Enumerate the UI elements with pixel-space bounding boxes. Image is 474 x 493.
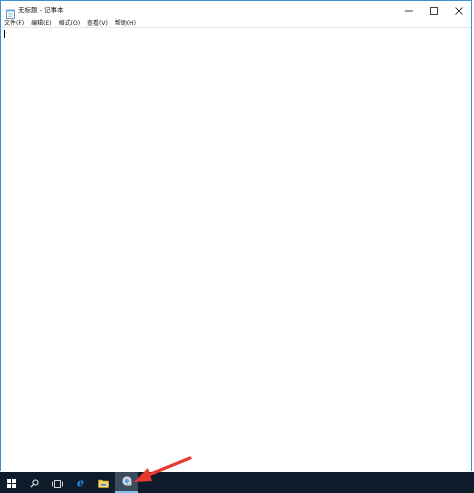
task-view-button[interactable] [46, 472, 69, 493]
close-button[interactable] [446, 1, 471, 17]
menu-edit[interactable]: 编辑(E) [31, 18, 51, 27]
taskbar: e [0, 472, 474, 493]
edge-browser-icon: e [75, 473, 86, 492]
search-button[interactable] [23, 472, 46, 493]
edge-taskbar-button[interactable]: e [69, 472, 92, 493]
title-bar[interactable]: 无标题 - 记事本 [1, 1, 471, 19]
text-editor-area[interactable] [1, 27, 471, 471]
menu-help[interactable]: 帮助(H) [115, 18, 136, 27]
text-caret [4, 30, 5, 38]
task-view-icon [52, 473, 63, 492]
maximize-button[interactable] [421, 1, 446, 17]
window-title: 无标题 - 记事本 [18, 6, 64, 14]
windows-start-icon [7, 473, 16, 492]
window-controls [396, 1, 471, 17]
notepad-window: 无标题 - 记事本 文件(F) 编辑(E) 格式(O) 查看(V) 帮助(H) [0, 0, 472, 471]
minimize-button[interactable] [396, 1, 421, 17]
control-panel-taskbar-button[interactable] [115, 472, 138, 493]
control-panel-icon [121, 472, 133, 491]
menu-view[interactable]: 查看(V) [87, 18, 108, 27]
file-explorer-taskbar-button[interactable] [92, 472, 115, 493]
menu-format[interactable]: 格式(O) [59, 18, 80, 27]
close-icon [454, 0, 463, 19]
minimize-icon [404, 0, 413, 19]
maximize-icon [429, 0, 438, 19]
file-explorer-icon [98, 473, 109, 492]
search-icon [30, 473, 39, 492]
notepad-app-icon[interactable] [6, 4, 15, 19]
svg-text:e: e [77, 477, 84, 488]
start-button[interactable] [0, 472, 23, 493]
